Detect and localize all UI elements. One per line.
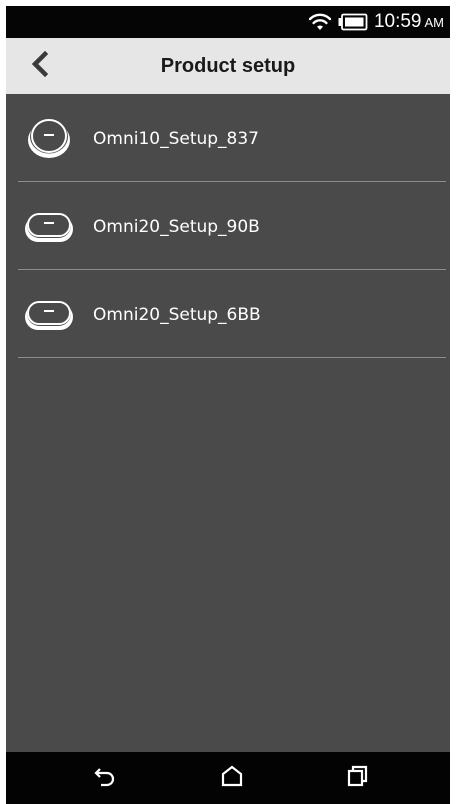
app-screen: 10:59 AM Product setup Omni10_Setup_837 … — [6, 6, 450, 804]
status-bar: 10:59 AM — [6, 6, 450, 38]
omni20-device-icon — [24, 292, 74, 336]
back-arrow-icon — [92, 765, 118, 792]
chevron-left-icon — [30, 50, 50, 82]
status-clock: 10:59 AM — [374, 11, 444, 33]
page-title: Product setup — [160, 55, 296, 77]
list-item-device-3[interactable]: Omni20_Setup_6BB — [6, 270, 450, 358]
nav-back-button[interactable] — [75, 752, 135, 804]
device-name: Omni10_Setup_837 — [93, 129, 259, 149]
nav-recents-button[interactable] — [328, 752, 388, 804]
clock-time: 10:59 — [373, 11, 422, 32]
system-nav-bar — [6, 752, 450, 804]
omni20-device-icon — [24, 204, 74, 248]
omni10-device-icon — [24, 116, 74, 160]
device-name: Omni20_Setup_90B — [93, 217, 260, 237]
status-indicators: 10:59 AM — [308, 6, 444, 38]
app-header: Product setup — [6, 38, 450, 94]
device-list: Omni10_Setup_837 Omni20_Setup_90B Omni20… — [6, 94, 450, 358]
device-name: Omni20_Setup_6BB — [93, 305, 261, 325]
list-item-device-1[interactable]: Omni10_Setup_837 — [6, 94, 450, 182]
battery-icon — [338, 13, 368, 31]
recents-icon — [346, 764, 370, 793]
list-item-device-2[interactable]: Omni20_Setup_90B — [6, 182, 450, 270]
home-icon — [220, 765, 244, 792]
clock-ampm: AM — [424, 15, 445, 30]
nav-home-button[interactable] — [202, 752, 262, 804]
back-button[interactable] — [20, 46, 60, 86]
list-divider — [18, 357, 446, 358]
wifi-icon — [308, 12, 332, 32]
